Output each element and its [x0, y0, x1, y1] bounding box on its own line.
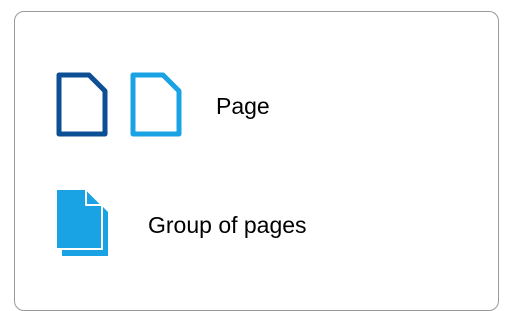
legend-label-group-of-pages: Group of pages — [148, 212, 307, 238]
page-light-icon — [130, 72, 182, 137]
page-dark-icon — [56, 72, 108, 137]
legend-box — [14, 11, 499, 311]
page-group-icon — [55, 188, 108, 256]
legend-label-page: Page — [216, 93, 270, 119]
